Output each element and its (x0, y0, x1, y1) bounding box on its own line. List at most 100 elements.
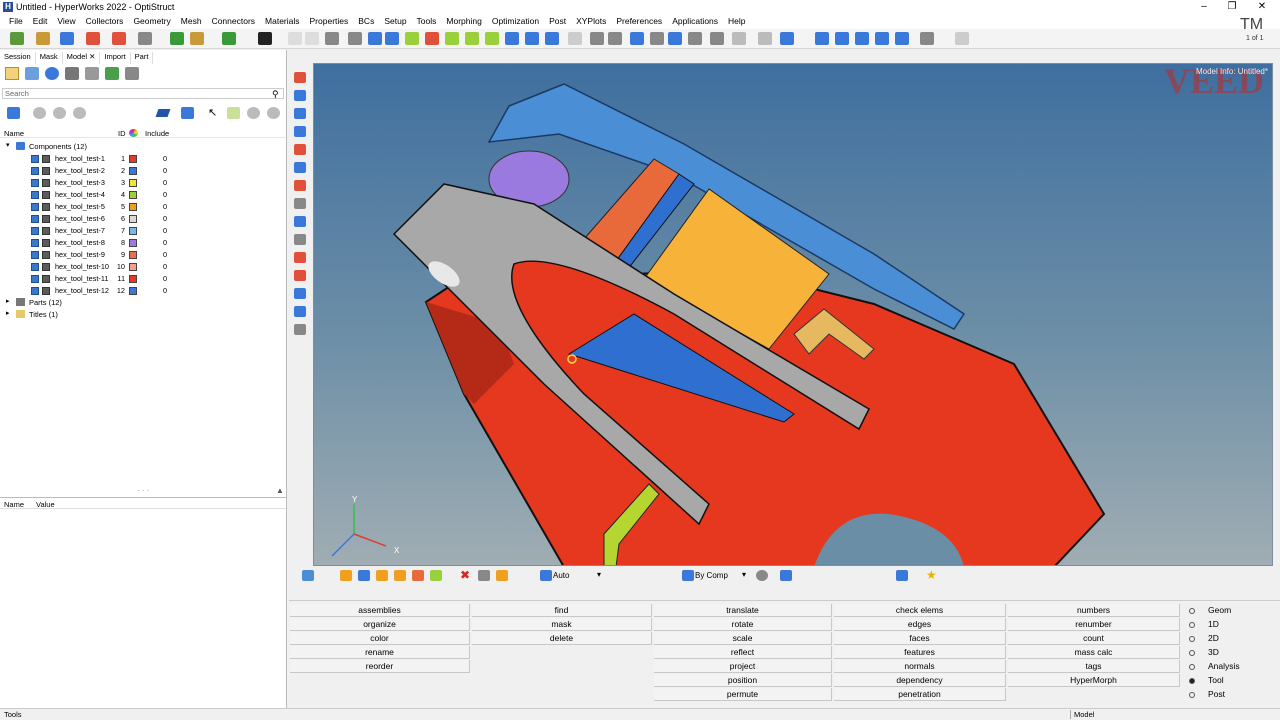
side-tool-icon-0[interactable] (294, 72, 306, 83)
side-tool-icon-11[interactable] (294, 270, 306, 281)
radio-analysis[interactable]: Analysis (1189, 661, 1240, 671)
hypermorph-button[interactable]: HyperMorph (1008, 674, 1180, 687)
toolbar-icon-2[interactable] (60, 32, 74, 45)
color-swatch[interactable] (129, 263, 137, 271)
by-comp-icon[interactable] (682, 570, 694, 581)
restore-button[interactable]: ❐ (1224, 1, 1240, 12)
toolbar-icon-30[interactable] (688, 32, 702, 45)
toolbar-icon-28[interactable] (650, 32, 664, 45)
star-icon[interactable]: ★ (926, 568, 937, 582)
menu-collectors[interactable]: Collectors (81, 15, 129, 29)
radio-indicator[interactable] (1189, 691, 1195, 698)
menu-optimization[interactable]: Optimization (487, 15, 544, 29)
expand-icon[interactable] (7, 107, 20, 119)
check-elems-button[interactable]: check elems (834, 604, 1006, 617)
wire-icon[interactable] (376, 570, 388, 581)
color-button[interactable]: color (290, 632, 470, 645)
menu-bcs[interactable]: BCs (353, 15, 379, 29)
component-row[interactable]: hex_tool_test-8 8 0 (0, 237, 286, 249)
tree-node-parts[interactable]: ▸ Parts (12) (0, 297, 286, 309)
side-tool-icon-4[interactable] (294, 144, 306, 155)
radio-3d[interactable]: 3D (1189, 647, 1219, 657)
side-tool-icon-9[interactable] (294, 234, 306, 245)
color-swatch[interactable] (129, 227, 137, 235)
toolbar-icon-1[interactable] (36, 32, 50, 45)
display-icon[interactable] (340, 570, 352, 581)
toolbar-icon-15[interactable] (385, 32, 399, 45)
toolbar-icon-4[interactable] (112, 32, 126, 45)
menu-xyplots[interactable]: XYPlots (571, 15, 611, 29)
toolbar-icon-5[interactable] (138, 32, 152, 45)
auto-icon[interactable] (540, 570, 552, 581)
filter-view-icon[interactable] (125, 67, 139, 80)
toolbar-icon-9[interactable] (258, 32, 272, 45)
menu-connectors[interactable]: Connectors (207, 15, 260, 29)
color-swatch[interactable] (129, 275, 137, 283)
side-tool-icon-1[interactable] (294, 90, 306, 101)
toolbar-icon-22[interactable] (525, 32, 539, 45)
transparency-icon[interactable] (267, 107, 280, 119)
side-tool-icon-7[interactable] (294, 198, 306, 209)
scale-button[interactable]: scale (654, 632, 832, 645)
menu-preferences[interactable]: Preferences (611, 15, 667, 29)
toolbar-icon-31[interactable] (710, 32, 724, 45)
renumber-button[interactable]: renumber (1008, 618, 1180, 631)
dependency-button[interactable]: dependency (834, 674, 1006, 687)
toolbar-icon-16[interactable] (405, 32, 419, 45)
toolbar-icon-13[interactable] (348, 32, 362, 45)
tab-2[interactable]: Model ✕ (63, 52, 101, 64)
toolbar-icon-6[interactable] (170, 32, 184, 45)
radio-indicator[interactable] (1189, 677, 1195, 684)
component-row[interactable]: hex_tool_test-11 11 0 (0, 273, 286, 285)
radio-indicator[interactable] (1189, 635, 1195, 642)
component-row[interactable]: hex_tool_test-7 7 0 (0, 225, 286, 237)
component-row[interactable]: hex_tool_test-3 3 0 (0, 177, 286, 189)
by-comp-label[interactable]: By Comp (695, 571, 728, 580)
view-cube-icon[interactable] (896, 570, 908, 581)
chevron-down-icon[interactable]: ▾ (597, 570, 601, 579)
close-button[interactable]: ✕ (1254, 1, 1270, 12)
features-button[interactable]: features (834, 646, 1006, 659)
menu-file[interactable]: File (4, 15, 28, 29)
cube-icon[interactable] (780, 570, 792, 581)
tree-node-components[interactable]: ▾ Components (12) (0, 141, 286, 153)
radio-indicator[interactable] (1189, 649, 1195, 656)
color-swatch[interactable] (129, 239, 137, 247)
toolbar-icon-25[interactable] (590, 32, 604, 45)
side-tool-icon-6[interactable] (294, 180, 306, 191)
sphere-icon[interactable] (45, 67, 59, 80)
menu-materials[interactable]: Materials (260, 15, 304, 29)
toolbar-icon-7[interactable] (190, 32, 204, 45)
toolbar-icon-35[interactable] (815, 32, 829, 45)
reflect-button[interactable]: reflect (654, 646, 832, 659)
assembly-view-icon[interactable] (85, 67, 99, 80)
visibility-icon[interactable] (247, 107, 260, 119)
menu-geometry[interactable]: Geometry (128, 15, 175, 29)
menu-help[interactable]: Help (723, 15, 750, 29)
component-row[interactable]: hex_tool_test-9 9 0 (0, 249, 286, 261)
toolbar-icon-0[interactable] (10, 32, 24, 45)
toolbar-icon-11[interactable] (305, 32, 319, 45)
color-swatch[interactable] (129, 179, 137, 187)
toolbar-icon-33[interactable] (758, 32, 772, 45)
color-swatch[interactable] (129, 287, 137, 295)
auto-label[interactable]: Auto (553, 571, 569, 580)
radio-indicator[interactable] (1189, 621, 1195, 628)
faces-button[interactable]: faces (834, 632, 1006, 645)
toolbar-icon-38[interactable] (875, 32, 889, 45)
component-row[interactable]: hex_tool_test-2 2 0 (0, 165, 286, 177)
radio-post[interactable]: Post (1189, 689, 1225, 699)
menu-morphing[interactable]: Morphing (441, 15, 486, 29)
toolbar-icon-29[interactable] (668, 32, 682, 45)
include-view-icon[interactable] (105, 67, 119, 80)
assemblies-button[interactable]: assemblies (290, 604, 470, 617)
toolbar-icon-36[interactable] (835, 32, 849, 45)
toolbar-icon-23[interactable] (545, 32, 559, 45)
column-id[interactable]: ID (118, 129, 126, 138)
collapse-arrow-icon[interactable]: ▲ (276, 486, 284, 495)
component-row[interactable]: hex_tool_test-10 10 0 (0, 261, 286, 273)
expand-icon[interactable]: ▸ (6, 309, 10, 317)
shade-icon[interactable] (358, 570, 370, 581)
side-tool-icon-8[interactable] (294, 216, 306, 227)
toolbar-icon-24[interactable] (568, 32, 582, 45)
